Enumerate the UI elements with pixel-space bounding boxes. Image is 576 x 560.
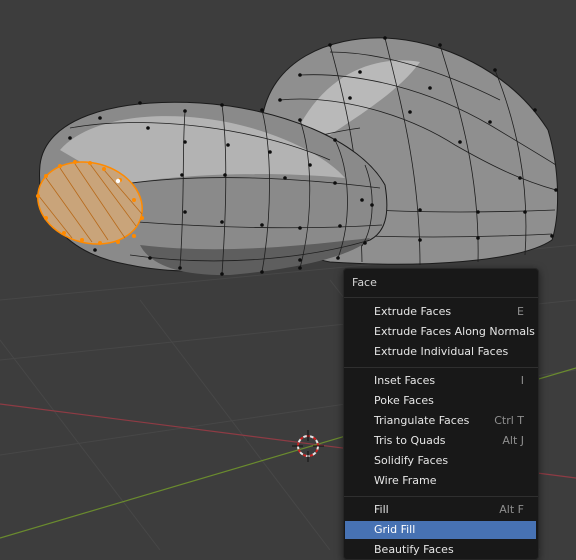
menu-item-label: Triangulate Faces <box>374 414 470 427</box>
menu-item-poke-faces[interactable]: Poke Faces <box>345 392 536 410</box>
menu-title: Face <box>352 276 377 289</box>
menu-item-label: Tris to Quads <box>374 434 446 447</box>
menu-separator <box>344 367 538 368</box>
menu-item-label: Fill <box>374 503 389 516</box>
menu-item-fill[interactable]: Fill Alt F <box>345 501 536 519</box>
menu-item-grid-fill[interactable]: Grid Fill <box>345 521 536 539</box>
menu-item-label: Extrude Faces Along Normals <box>374 325 535 338</box>
face-context-menu: Face Extrude Faces E Extrude Faces Along… <box>343 268 539 560</box>
menu-item-label: Wire Frame <box>374 474 437 487</box>
menu-item-extrude-individual-faces[interactable]: Extrude Individual Faces <box>345 343 536 361</box>
menu-item-label: Grid Fill <box>374 523 416 536</box>
menu-item-extrude-faces[interactable]: Extrude Faces E <box>345 303 536 321</box>
menu-item-extrude-faces-along-normals[interactable]: Extrude Faces Along Normals <box>345 323 536 341</box>
menu-item-shortcut: Alt F <box>499 503 524 516</box>
menu-item-label: Extrude Faces <box>374 305 452 318</box>
menu-item-triangulate-faces[interactable]: Triangulate Faces Ctrl T <box>345 412 536 430</box>
menu-item-shortcut: I <box>520 374 524 387</box>
menu-separator <box>344 496 538 497</box>
menu-separator <box>344 297 538 298</box>
menu-item-wire-frame[interactable]: Wire Frame <box>345 472 536 490</box>
3d-cursor-icon[interactable] <box>292 430 324 462</box>
menu-item-solidify-faces[interactable]: Solidify Faces <box>345 452 536 470</box>
menu-item-shortcut: Alt J <box>502 434 524 447</box>
menu-item-shortcut: E <box>517 305 524 318</box>
menu-item-shortcut: Ctrl T <box>494 414 524 427</box>
menu-item-label: Inset Faces <box>374 374 436 387</box>
menu-item-label: Extrude Individual Faces <box>374 345 509 358</box>
menu-item-beautify-faces[interactable]: Beautify Faces <box>345 541 536 559</box>
menu-item-label: Solidify Faces <box>374 454 449 467</box>
menu-item-inset-faces[interactable]: Inset Faces I <box>345 372 536 390</box>
menu-item-tris-to-quads[interactable]: Tris to Quads Alt J <box>345 432 536 450</box>
menu-item-label: Poke Faces <box>374 394 434 407</box>
